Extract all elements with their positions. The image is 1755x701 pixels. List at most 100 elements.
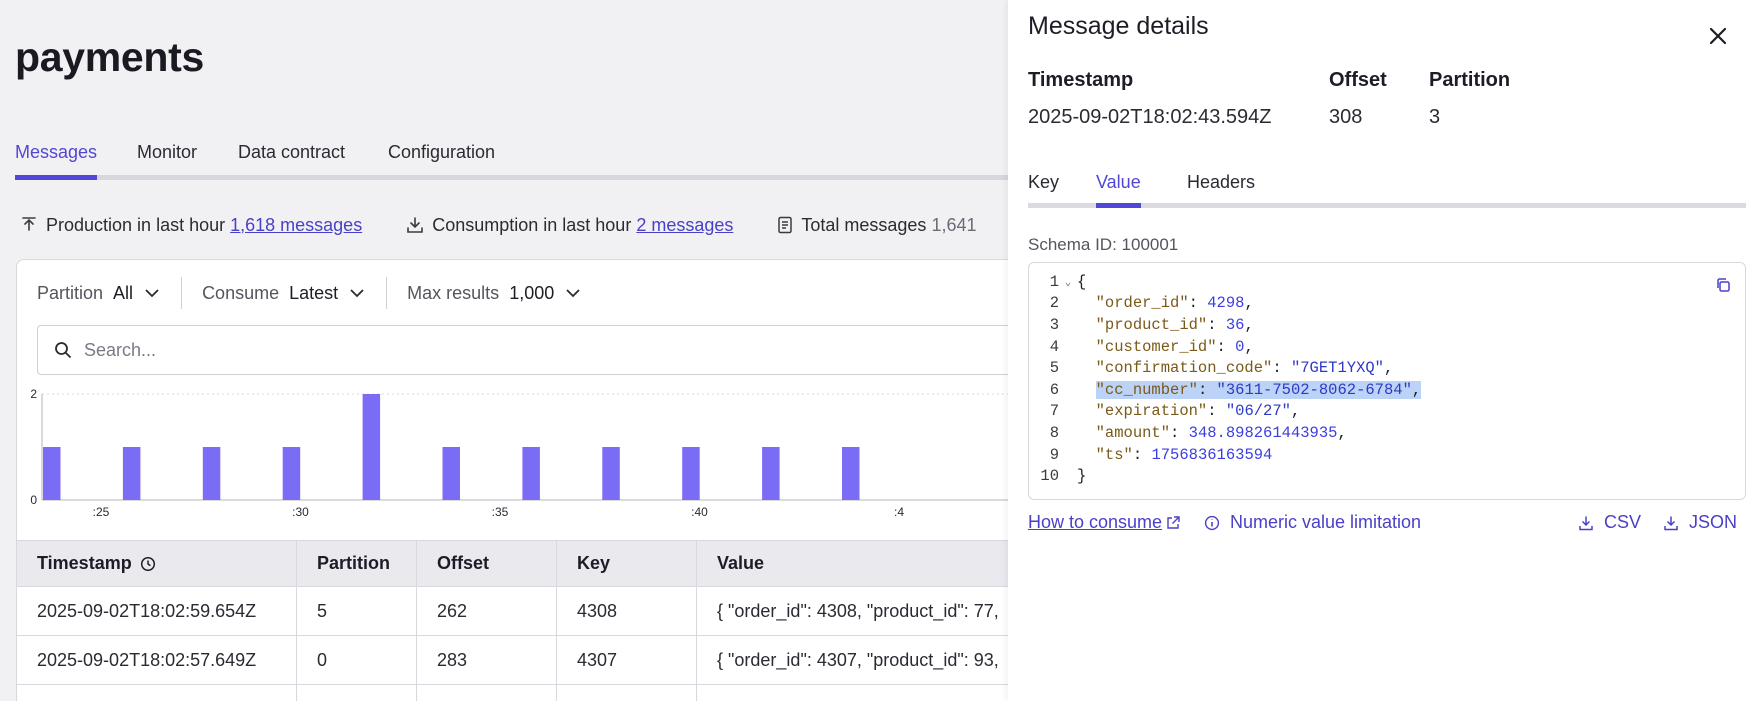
numeric-limitation-link[interactable]: Numeric value limitation bbox=[1204, 512, 1421, 533]
meta-timestamp-label: Timestamp bbox=[1028, 69, 1134, 91]
cell-offset: 262 bbox=[417, 587, 557, 635]
tab-key[interactable]: Key bbox=[1028, 172, 1059, 193]
total-value: 1,641 bbox=[931, 214, 977, 235]
chevron-down-icon bbox=[350, 288, 364, 297]
header-partition[interactable]: Partition bbox=[297, 541, 417, 586]
meta-partition: Partition 3 bbox=[1429, 69, 1510, 129]
consume-filter-label: Consume bbox=[202, 282, 280, 303]
cell-empty bbox=[17, 685, 297, 701]
divider bbox=[181, 277, 183, 309]
clock-icon[interactable] bbox=[140, 556, 156, 572]
download-icon bbox=[1664, 516, 1678, 530]
tab-messages[interactable]: Messages bbox=[15, 142, 98, 180]
meta-timestamp: Timestamp 2025-09-02T18:02:43.594Z bbox=[1028, 69, 1272, 129]
json-download-button[interactable]: JSON bbox=[1663, 512, 1737, 533]
total-stat: Total messages 1,641 bbox=[777, 215, 976, 236]
tab-value[interactable]: Value bbox=[1096, 172, 1141, 208]
consume-filter-value: Latest bbox=[289, 282, 339, 303]
cell-offset: 283 bbox=[417, 636, 557, 684]
y-tick-label: 0 bbox=[30, 493, 37, 507]
copy-icon[interactable] bbox=[1715, 277, 1731, 293]
search-input[interactable] bbox=[84, 339, 884, 361]
messages-table: Timestamp Partition Offset Key Value 202… bbox=[17, 540, 1008, 701]
messages-chart: 2 0:25:30:35:40:4 bbox=[30, 387, 1008, 519]
cell-partition: 5 bbox=[297, 587, 417, 635]
tab-data-contract[interactable]: Data contract bbox=[238, 142, 345, 163]
x-tick-label: :40 bbox=[691, 505, 708, 519]
download-icon bbox=[1579, 516, 1593, 530]
production-stat: Production in last hour 1,618 messages bbox=[20, 215, 362, 236]
consumption-link[interactable]: 2 messages bbox=[636, 215, 733, 236]
partition-filter[interactable]: Partition All bbox=[37, 283, 181, 304]
chart-bar bbox=[842, 447, 860, 500]
chevron-down-icon bbox=[145, 288, 159, 297]
cell-value: { "order_id": 4308, "product_id": 77, bbox=[717, 600, 999, 621]
document-icon bbox=[778, 216, 793, 234]
chart-bar bbox=[682, 447, 700, 500]
meta-offset-label: Offset bbox=[1329, 69, 1387, 91]
cell-empty bbox=[297, 685, 417, 701]
header-key[interactable]: Key bbox=[557, 541, 697, 586]
upload-icon bbox=[22, 217, 36, 231]
meta-partition-value: 3 bbox=[1429, 106, 1441, 128]
chart-bar bbox=[762, 447, 780, 500]
csv-download-button[interactable]: CSV bbox=[1578, 512, 1641, 533]
header-timestamp[interactable]: Timestamp bbox=[17, 541, 297, 586]
cell-key: 4307 bbox=[557, 636, 697, 684]
chart-bar bbox=[202, 447, 221, 500]
x-tick-label: :4 bbox=[894, 505, 904, 519]
cell-key: 4308 bbox=[557, 587, 697, 635]
table-row[interactable]: 2025-09-02T18:02:59.654Z 5 262 4308 { "o… bbox=[17, 587, 1008, 636]
header-value[interactable]: Value bbox=[697, 541, 1008, 586]
table-row[interactable]: 2025-09-02T18:02:57.649Z 0 283 4307 { "o… bbox=[17, 636, 1008, 685]
csv-label: CSV bbox=[1604, 512, 1642, 532]
header-timestamp-label: Timestamp bbox=[37, 553, 132, 573]
chevron-down-icon bbox=[566, 288, 580, 297]
max-results-filter[interactable]: Max results 1,000 bbox=[407, 283, 602, 304]
topic-tabs: Messages Monitor Data contract Configura… bbox=[15, 138, 1008, 180]
code-line-selected: 6 "cc_number": "3611-7502-8062-6784", bbox=[1049, 380, 1422, 399]
json-label: JSON bbox=[1689, 512, 1738, 532]
page-title: payments bbox=[15, 34, 205, 80]
cell-empty bbox=[697, 685, 1008, 701]
code-line: 3 "product_id": 36, bbox=[1049, 315, 1254, 334]
schema-id: Schema ID: 100001 bbox=[1028, 235, 1179, 254]
info-icon bbox=[1204, 515, 1220, 530]
code-line: 5 "confirmation_code": "7GET1YXQ", bbox=[1049, 359, 1394, 378]
search-icon bbox=[55, 342, 72, 359]
production-link[interactable]: 1,618 messages bbox=[230, 215, 362, 236]
y-tick-label: 2 bbox=[30, 387, 37, 401]
code-line: 8 "amount": 348.898261443935, bbox=[1049, 423, 1347, 442]
code-line: 10} bbox=[1040, 467, 1087, 486]
meta-partition-label: Partition bbox=[1429, 69, 1511, 91]
cell-empty bbox=[557, 685, 697, 701]
x-tick-label: :25 bbox=[93, 505, 110, 519]
consumption-stat: Consumption in last hour 2 messages bbox=[406, 215, 733, 236]
chart-bar bbox=[362, 394, 381, 500]
stats-bar: Production in last hour 1,618 messages C… bbox=[20, 212, 1008, 238]
code-line: 4 "customer_id": 0, bbox=[1049, 337, 1254, 356]
message-details-drawer: Message details Timestamp 2025-09-02T18:… bbox=[1008, 0, 1755, 701]
tabs-rail bbox=[15, 175, 1008, 180]
consumption-label: Consumption in last hour bbox=[432, 214, 632, 235]
chart-bar bbox=[282, 447, 301, 500]
code-line: 2 "order_id": 4298, bbox=[1049, 294, 1254, 313]
json-viewer[interactable]: 1 ⌄{ 2 "order_id": 4298, 3 "product_id": … bbox=[1028, 262, 1746, 500]
tab-headers[interactable]: Headers bbox=[1187, 172, 1255, 193]
consume-filter[interactable]: Consume Latest bbox=[202, 283, 386, 304]
tab-monitor[interactable]: Monitor bbox=[137, 142, 197, 163]
cell-timestamp: 2025-09-02T18:02:59.654Z bbox=[17, 587, 297, 635]
x-tick-label: :35 bbox=[492, 505, 509, 519]
production-label: Production in last hour bbox=[46, 214, 226, 235]
how-to-consume-link[interactable]: How to consume bbox=[1028, 512, 1180, 533]
tab-configuration[interactable]: Configuration bbox=[388, 142, 495, 163]
main-content: payments Messages Monitor Data contract … bbox=[0, 0, 1008, 701]
download-icon bbox=[407, 217, 424, 233]
fold-chevron-icon[interactable]: ⌄ bbox=[1059, 275, 1077, 289]
cell-empty bbox=[417, 685, 557, 701]
how-to-consume-label: How to consume bbox=[1028, 512, 1163, 532]
header-offset[interactable]: Offset bbox=[417, 541, 557, 586]
table-row[interactable] bbox=[17, 685, 1008, 701]
code-line: 9 "ts": 1756836163594 bbox=[1049, 445, 1273, 464]
close-icon[interactable] bbox=[1706, 24, 1730, 48]
